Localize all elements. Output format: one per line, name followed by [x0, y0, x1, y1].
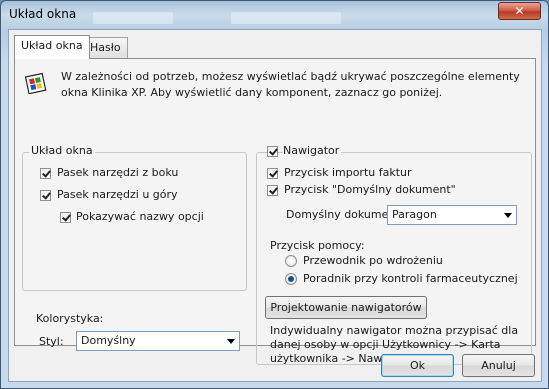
toolbar-side-label[interactable]: Pasek narzędzi z boku	[57, 166, 178, 179]
close-icon: ✕	[514, 4, 525, 18]
background-taskbar-ghost	[93, 12, 173, 24]
help-button-title: Przycisk pomocy:	[270, 239, 365, 252]
chevron-down-icon	[504, 213, 512, 218]
toolbar-top-label[interactable]: Pasek narzędzi u góry	[57, 188, 178, 201]
default-document-select[interactable]: Paragon	[387, 205, 517, 225]
chevron-down-icon	[227, 339, 235, 344]
navigator-label[interactable]: Nawigator	[283, 144, 342, 157]
ok-button[interactable]: Ok	[381, 354, 454, 377]
style-select-value: Domyślny	[81, 334, 136, 347]
tab-panel: W zależności od potrzeb, możesz wyświetl…	[14, 58, 536, 365]
tab-label: Układ okna	[21, 39, 83, 52]
help-guide-label[interactable]: Przewodnik po wdrożeniu	[303, 254, 443, 267]
style-select[interactable]: Domyślny	[76, 331, 240, 351]
design-navigators-button[interactable]: Projektowanie nawigatorów	[265, 296, 427, 319]
window-layout-icon	[25, 72, 47, 94]
tab-label: Hasło	[90, 41, 121, 54]
show-option-names-label[interactable]: Pokazywać nazwy opcji	[76, 210, 204, 223]
help-inspection-radio[interactable]	[285, 273, 297, 285]
toolbar-side-checkbox[interactable]	[40, 168, 51, 179]
tab-password[interactable]: Hasło	[84, 37, 128, 59]
ok-label: Ok	[409, 359, 426, 372]
color-scheme-title: Kolorystyka:	[36, 312, 104, 325]
background-taskbar-ghost	[231, 12, 341, 24]
default-document-checkbox[interactable]	[267, 185, 278, 196]
title-bar[interactable]: Układ okna ✕	[1, 1, 548, 29]
info-text: W zależności od potrzeb, możesz wyświetl…	[61, 70, 520, 99]
show-option-names-checkbox[interactable]	[60, 212, 71, 223]
window-title: Układ okna	[9, 7, 77, 21]
style-label: Styl:	[39, 335, 64, 348]
default-document-button-label[interactable]: Przycisk "Domyślny dokument"	[284, 183, 456, 196]
cancel-label: Anuluj	[481, 359, 516, 372]
design-navigators-label: Projektowanie nawigatorów	[270, 301, 422, 314]
help-inspection-label[interactable]: Poradnik przy kontroli farmaceutycznej	[303, 272, 518, 285]
close-button[interactable]: ✕	[498, 2, 541, 20]
dialog-client: Układ okna Hasło W zależności od potrzeb…	[8, 29, 542, 382]
tab-layout[interactable]: Układ okna	[14, 35, 90, 59]
cancel-button[interactable]: Anuluj	[462, 354, 535, 377]
navigator-checkbox[interactable]	[267, 146, 278, 157]
import-invoices-label[interactable]: Przycisk importu faktur	[284, 166, 412, 179]
default-document-label: Domyślny dokument:	[286, 208, 404, 221]
default-document-value: Paragon	[392, 208, 437, 221]
dialog-window: Układ okna ✕ Układ okna Hasło W zależnoś…	[0, 0, 549, 389]
toolbar-top-checkbox[interactable]	[40, 190, 51, 201]
help-guide-radio[interactable]	[285, 255, 297, 267]
layout-group-title: Układ okna	[29, 144, 95, 157]
import-invoices-checkbox[interactable]	[267, 168, 278, 179]
